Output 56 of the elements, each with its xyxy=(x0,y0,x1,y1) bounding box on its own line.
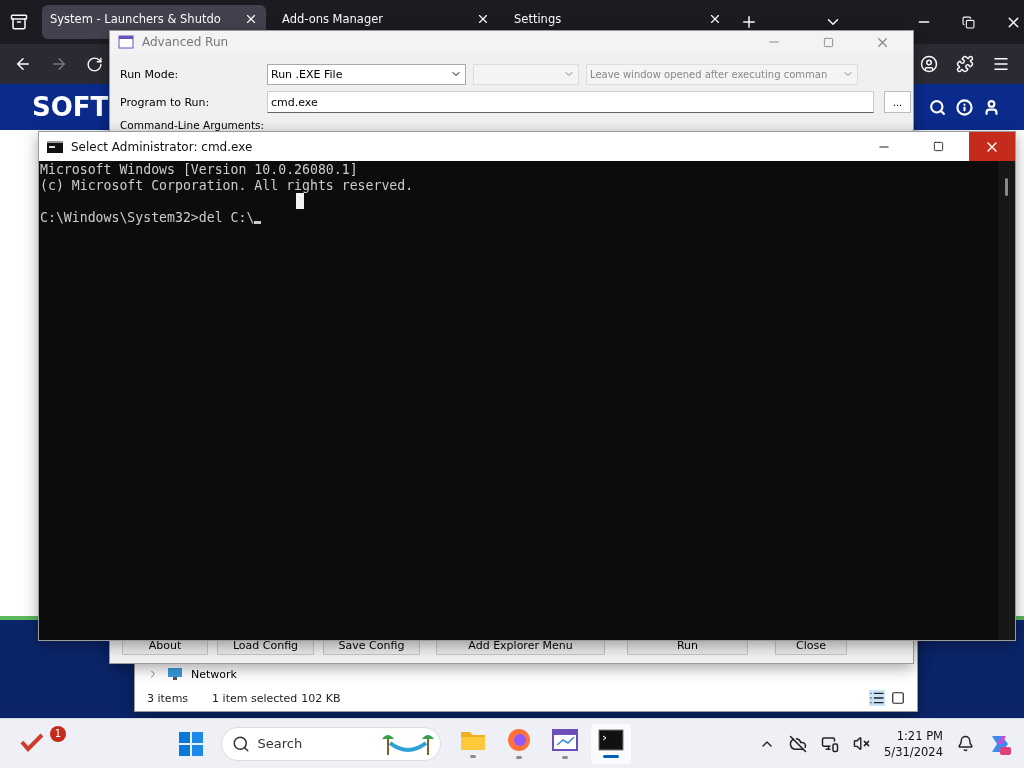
search-field[interactable]: Search xyxy=(220,726,441,761)
selection-cursor xyxy=(296,193,304,209)
clock[interactable]: 1:21 PM 5/31/2024 xyxy=(884,727,943,760)
close-icon[interactable] xyxy=(244,12,258,26)
taskbar-app[interactable] xyxy=(590,723,631,764)
field-label: Program to Run: xyxy=(120,95,211,109)
extensions-icon[interactable] xyxy=(956,55,974,73)
console-icon xyxy=(47,140,63,153)
info-icon[interactable] xyxy=(956,98,973,116)
program-field[interactable]: cmd.exe xyxy=(267,91,874,113)
cloud-off-icon[interactable] xyxy=(789,734,808,753)
item-count: 3 items xyxy=(147,691,189,705)
scrollbar[interactable] xyxy=(998,161,1015,640)
tree-item[interactable]: Network xyxy=(191,667,237,681)
details-view-icon[interactable] xyxy=(869,690,885,706)
restore-icon[interactable] xyxy=(962,15,975,29)
field-label: Command-Line Arguments: xyxy=(120,118,266,131)
devices-icon[interactable] xyxy=(821,734,840,753)
reload-icon[interactable] xyxy=(86,55,103,73)
account-icon[interactable] xyxy=(920,55,938,73)
app-window-icon xyxy=(118,35,134,49)
mute-icon[interactable] xyxy=(853,735,871,752)
user-icon[interactable] xyxy=(983,98,1000,116)
close-icon[interactable] xyxy=(708,12,722,26)
close-icon[interactable] xyxy=(476,12,490,26)
selection-size: 102 KB xyxy=(301,691,341,705)
menu-icon[interactable] xyxy=(992,55,1010,73)
field-label: Run Mode: xyxy=(120,67,180,81)
run-mode-select[interactable]: Run .EXE File xyxy=(267,63,466,85)
browser-tab[interactable]: Settings xyxy=(506,5,730,39)
windows-start-icon[interactable] xyxy=(178,731,203,756)
bell-icon[interactable] xyxy=(957,735,974,752)
terminal-icon xyxy=(597,729,624,751)
browser-tab[interactable]: Add-ons Manager xyxy=(274,5,498,39)
site-logo[interactable]: SOFT xyxy=(32,92,109,122)
notification-badge: 1 xyxy=(50,725,66,742)
checkmark-icon[interactable] xyxy=(20,731,44,752)
browse-button[interactable]: ... xyxy=(884,91,911,113)
console-line: Microsoft Windows [Version 10.0.26080.1] xyxy=(40,162,359,178)
search-icon xyxy=(231,734,250,753)
tab-list-icon[interactable] xyxy=(10,13,28,31)
window-title: Select Administrator: cmd.exe xyxy=(71,139,254,154)
network-icon xyxy=(167,667,183,681)
console-line: (c) Microsoft Corporation. All rights reserved. xyxy=(40,178,415,194)
forward-icon[interactable] xyxy=(50,55,68,73)
new-tab-icon[interactable] xyxy=(740,13,758,31)
selection-status: 1 item selected xyxy=(212,691,298,705)
maximize-icon[interactable] xyxy=(932,141,944,152)
search-icon[interactable] xyxy=(929,98,946,116)
browser-icon xyxy=(506,728,531,752)
back-icon[interactable] xyxy=(14,55,32,73)
text-cursor xyxy=(254,221,262,224)
tiles-view-icon[interactable] xyxy=(891,691,905,705)
command-prompt: C:\Windows\System32>del C:\ xyxy=(40,210,255,225)
app-window-icon xyxy=(551,728,578,752)
folder-icon xyxy=(459,729,486,751)
